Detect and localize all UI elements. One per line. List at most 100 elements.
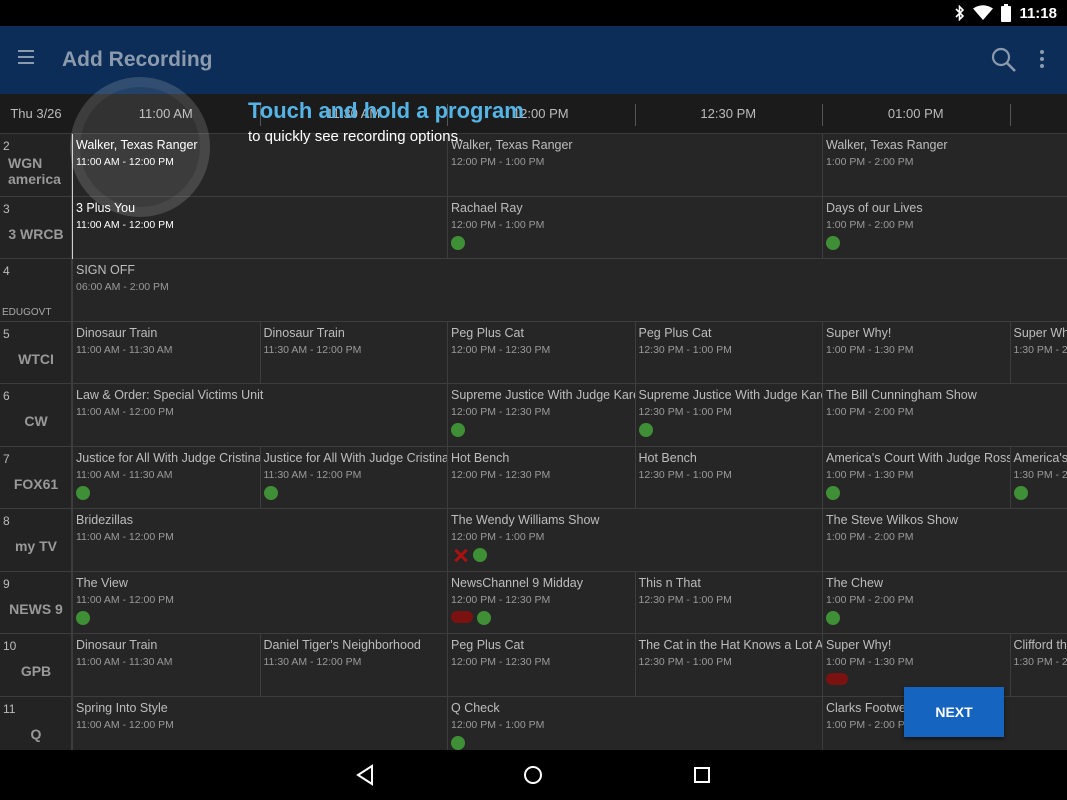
navigation-bar <box>0 750 1067 800</box>
program-cell[interactable]: The Bill Cunningham Show 1:00 PM - 2:00 P… <box>822 384 1067 446</box>
program-cell[interactable]: Walker, Texas Ranger 1:00 PM - 2:00 PM <box>822 134 1067 196</box>
new-badge-icon <box>638 423 653 437</box>
program-cell[interactable]: Daniel Tiger's Neighborhood 11:30 AM - 12… <box>259 634 448 696</box>
program-title: Q Check <box>451 700 500 715</box>
program-time: 12:00 PM - 12:30 PM <box>451 468 551 481</box>
program-title: Justice for All With Judge Cristina <box>76 450 260 465</box>
search-icon[interactable] <box>990 46 1018 74</box>
new-badge-icon <box>451 423 465 437</box>
channel-logo: GPB <box>20 663 52 679</box>
channel-cell[interactable]: 3 3 WRCB <box>0 196 72 258</box>
program-time: 12:00 PM - 1:00 PM <box>451 156 545 168</box>
program-time: 11:00 AM - 12:00 PM <box>76 218 174 231</box>
channel-cell[interactable]: 9 NEWS 9 <box>0 571 72 633</box>
channel-cell[interactable]: 4 EDUGOVT <box>0 259 72 321</box>
back-icon[interactable] <box>354 764 378 786</box>
program-title: Daniel Tiger's Neighborhood <box>263 638 421 652</box>
program-cell[interactable]: Spring Into Style 11:00 AM - 12:00 PM <box>72 696 447 750</box>
channel-cell[interactable]: 2 WGN america <box>0 134 72 196</box>
program-cell[interactable]: Peg Plus Cat 12:00 PM - 12:30 PM <box>447 321 635 383</box>
program-cell[interactable]: This n That 12:30 PM - 1:00 PM <box>634 571 823 633</box>
program-badges <box>826 673 1010 685</box>
program-cell[interactable]: The Chew 1:00 PM - 2:00 PM <box>822 571 1067 633</box>
program-title: This n That <box>638 575 701 590</box>
next-button[interactable]: NEXT <box>904 687 1004 737</box>
program-badges <box>451 735 822 750</box>
program-cell[interactable]: Supreme Justice With Judge Karen 12:00 PM… <box>447 384 635 446</box>
home-icon[interactable] <box>521 764 545 786</box>
program-cell[interactable]: Supreme Justice With Judge Karen 12:30 PM… <box>634 384 822 446</box>
program-cell[interactable]: Hot Bench 12:30 PM - 1:00 PM <box>634 446 823 508</box>
program-cell[interactable]: Peg Plus Cat 12:30 PM - 1:00 PM <box>634 321 823 383</box>
channel-number: 11 <box>3 701 16 716</box>
program-guide-grid[interactable]: Thu 3/26 11:00 AM 11:30 AM 12:00 PM 12:30 P… <box>0 94 1067 750</box>
channel-row: 6 CW Law & Order: Special Victims Unit 11:0… <box>0 384 1067 447</box>
recents-icon[interactable] <box>690 764 714 786</box>
program-cell[interactable]: Q Check 12:00 PM - 1:00 PM <box>447 696 822 750</box>
program-cell[interactable]: Dinosaur Train 11:30 AM - 12:00 PM <box>259 321 448 383</box>
channel-cell[interactable]: 5 WTCI <box>0 321 72 383</box>
program-title: Peg Plus Cat <box>451 325 524 340</box>
program-cell[interactable]: Rachael Ray 12:00 PM - 1:00 PM <box>447 196 822 258</box>
program-title: Peg Plus Cat <box>638 325 712 340</box>
program-title: SIGN OFF <box>76 263 136 277</box>
channel-cell[interactable]: 6 CW <box>0 384 72 446</box>
page-title: Add Recording <box>62 48 213 71</box>
channel-logo: CW <box>24 413 48 429</box>
program-title: Hot Bench <box>451 450 510 465</box>
program-cell[interactable]: SIGN OFF 06:00 AM - 2:00 PM <box>72 259 1067 321</box>
program-title: Dinosaur Train <box>263 325 345 340</box>
program-cell[interactable]: Days of our Lives 1:00 PM - 2:00 PM <box>822 196 1067 258</box>
program-title: The Chew <box>826 575 883 590</box>
program-cell[interactable]: Bridezillas 11:00 AM - 12:00 PM <box>72 509 447 571</box>
program-cell[interactable]: The Wendy Williams Show 12:00 PM - 1:00 P… <box>447 509 822 571</box>
channel-cell[interactable]: 10 GPB <box>0 634 72 696</box>
program-cell[interactable]: NewsChannel 9 Midday 12:00 PM - 12:30 PM <box>447 571 635 633</box>
program-cell[interactable]: America's Court With Judge Ross 1:30 PM -… <box>1009 446 1067 508</box>
program-badges <box>263 485 448 500</box>
channel-number: 2 <box>3 139 10 153</box>
program-time: 1:00 PM - 2:00 PM <box>826 218 914 231</box>
program-cell[interactable]: Super Why! 1:30 PM - 2:00 PM <box>1009 321 1067 383</box>
program-cell[interactable]: Dinosaur Train 11:00 AM - 11:30 AM <box>72 634 260 696</box>
program-cell[interactable]: Hot Bench 12:00 PM - 12:30 PM <box>447 446 635 508</box>
channel-number: 6 <box>3 389 10 403</box>
channel-cell[interactable]: 8 my TV <box>0 509 72 571</box>
program-title: Peg Plus Cat <box>451 638 524 652</box>
program-cell[interactable]: Justice for All With Judge Cristina 11:00… <box>72 446 260 508</box>
battery-icon <box>1001 4 1012 22</box>
program-title: Rachael Ray <box>451 200 523 215</box>
channel-row: 9 NEWS 9 The View 11:00 AM - 12:00 PM NewsCh… <box>0 571 1067 634</box>
program-cell[interactable]: The Cat in the Hat Knows a Lot About Tha… <box>634 634 822 696</box>
program-cell[interactable]: Justice for All With Judge Cristina 11:30… <box>259 446 448 508</box>
program-cell[interactable]: The Steve Wilkos Show 1:00 PM - 2:00 PM <box>822 509 1067 571</box>
app-bar: Add Recording <box>0 26 1067 94</box>
program-badges <box>76 485 260 500</box>
program-time: 12:30 PM - 1:00 PM <box>638 343 732 356</box>
program-cell[interactable]: The View 11:00 AM - 12:00 PM <box>72 571 447 633</box>
menu-icon[interactable] <box>18 50 34 70</box>
new-badge-icon <box>451 235 465 250</box>
channel-logo: WGN america <box>8 155 61 187</box>
new-badge-icon <box>826 485 840 500</box>
program-badges <box>451 610 635 625</box>
program-time: 12:00 PM - 1:00 PM <box>451 531 545 543</box>
program-cell[interactable]: Peg Plus Cat 12:00 PM - 12:30 PM <box>447 634 635 696</box>
program-cell[interactable]: Clifford the Big Red Dog 1:30 PM - 2:00 P… <box>1009 634 1067 696</box>
program-cell[interactable]: Walker, Texas Ranger 12:00 PM - 1:00 PM <box>447 134 822 196</box>
program-cell[interactable]: 3 Plus You 11:00 AM - 12:00 PM <box>72 196 447 258</box>
program-cell[interactable]: Super Why! 1:00 PM - 1:30 PM <box>822 321 1010 383</box>
overflow-menu-icon[interactable] <box>1032 48 1052 74</box>
program-badges <box>826 235 1067 250</box>
program-cell[interactable]: Law & Order: Special Victims Unit 11:00 A… <box>72 384 447 446</box>
program-cell[interactable]: America's Court With Judge Ross 1:00 PM -… <box>822 446 1010 508</box>
channel-cell[interactable]: 11 Q <box>0 696 72 750</box>
program-cell[interactable]: Dinosaur Train 11:00 AM - 11:30 AM <box>72 321 260 383</box>
program-time: 1:30 PM - 2:00 PM <box>1013 468 1067 481</box>
program-time: 1:30 PM - 2:00 PM <box>1013 656 1067 668</box>
new-badge-icon <box>76 610 90 625</box>
channel-cell[interactable]: 7 FOX61 <box>0 446 72 508</box>
program-title: Days of our Lives <box>826 200 923 215</box>
program-title: Hot Bench <box>638 450 697 465</box>
program-title: Super Why! <box>826 638 892 652</box>
